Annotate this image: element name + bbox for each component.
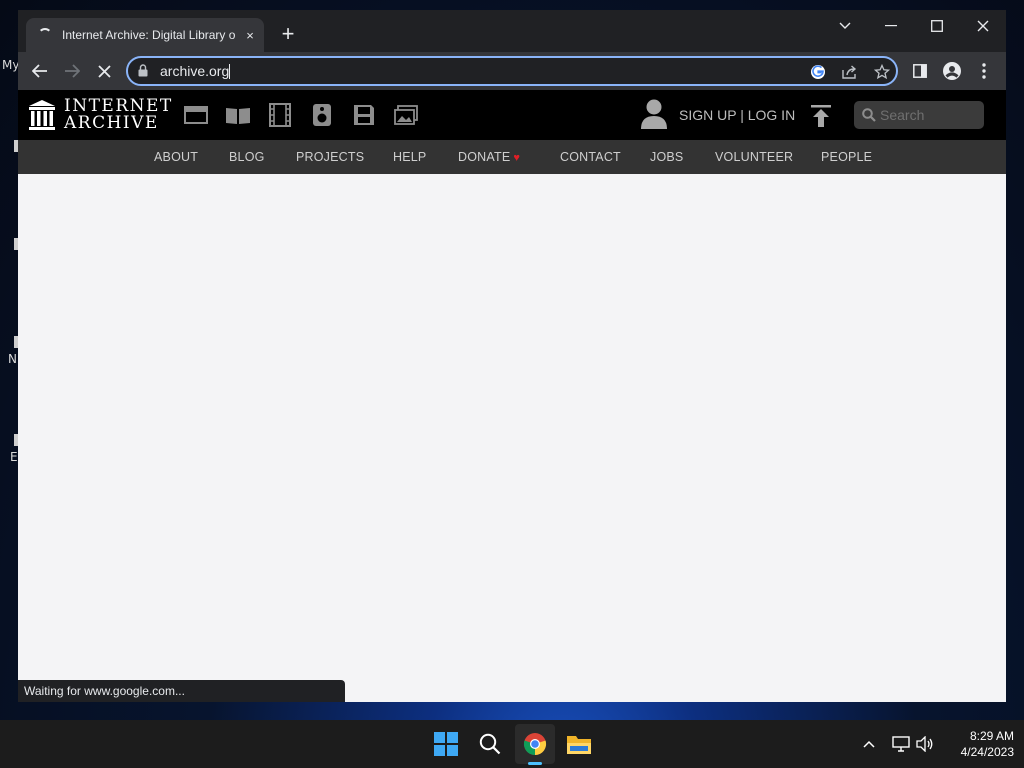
taskbar: 8:29 AM 4/24/2023: [0, 720, 1024, 768]
logo-line-2: ARCHIVE: [64, 113, 159, 133]
tab-close-icon[interactable]: ×: [240, 28, 260, 43]
status-bubble: Waiting for www.google.com...: [18, 680, 345, 702]
nav-blog[interactable]: BLOG: [229, 150, 265, 164]
signup-login-link[interactable]: SIGN UP | LOG IN: [679, 107, 795, 123]
tab-strip: Internet Archive: Digital Library o × +: [18, 10, 1006, 52]
page-viewport: INTERNET ARCHIVE SIGN UP | LOG IN Search…: [18, 90, 1006, 702]
web-icon[interactable]: [183, 103, 209, 127]
nav-volunteer[interactable]: VOLUNTEER: [715, 150, 793, 164]
maximize-icon: [931, 20, 943, 32]
ia-top-bar: INTERNET ARCHIVE SIGN UP | LOG IN Search: [18, 90, 1006, 140]
nav-donate-label: DONATE: [458, 150, 511, 164]
back-button[interactable]: [25, 56, 55, 86]
nav-projects[interactable]: PROJECTS: [296, 150, 364, 164]
back-icon: [32, 64, 47, 78]
clock-time: 8:29 AM: [969, 729, 1014, 743]
ia-nav-bar: ABOUT BLOG PROJECTS HELP DONATE ♥ CONTACT…: [18, 140, 1006, 174]
active-app-indicator: [528, 762, 542, 765]
browser-window: Internet Archive: Digital Library o × +: [18, 10, 1006, 702]
network-button[interactable]: [890, 734, 912, 754]
desktop-icon-label: My: [2, 58, 20, 72]
user-icon[interactable]: [640, 98, 668, 135]
profile-icon: [943, 62, 961, 80]
maximize-button[interactable]: [914, 10, 960, 42]
lock-icon[interactable]: [138, 64, 148, 77]
new-tab-button[interactable]: +: [276, 22, 300, 46]
share-icon: [842, 65, 857, 79]
search-icon: [862, 108, 876, 122]
side-panel-button[interactable]: [905, 56, 935, 86]
menu-icon: [982, 63, 986, 79]
ia-logo[interactable]: INTERNET ARCHIVE: [28, 98, 173, 132]
close-window-button[interactable]: [960, 10, 1006, 42]
nav-donate[interactable]: DONATE ♥: [458, 150, 520, 164]
forward-icon: [65, 64, 80, 78]
show-hidden-icons-button[interactable]: [858, 734, 880, 754]
nav-help[interactable]: HELP: [393, 150, 426, 164]
file-explorer-icon: [567, 736, 591, 754]
google-lens-icon: [811, 65, 825, 79]
stop-loading-button[interactable]: [89, 56, 119, 86]
upload-icon[interactable]: [810, 104, 832, 133]
browser-tab[interactable]: Internet Archive: Digital Library o ×: [26, 18, 264, 52]
taskbar-clock[interactable]: 8:29 AM 4/24/2023: [944, 728, 1014, 760]
chrome-icon: [523, 733, 547, 756]
texts-icon[interactable]: [225, 103, 251, 127]
browser-menu-button[interactable]: [969, 56, 999, 86]
desktop-icon-label: E: [10, 450, 18, 464]
browser-toolbar: archive.org: [18, 52, 1006, 90]
ia-search-box[interactable]: [854, 101, 984, 129]
minimize-icon: [885, 25, 897, 27]
url-text: archive.org: [160, 63, 230, 79]
archive-building-icon: [29, 100, 55, 130]
start-icon: [434, 732, 458, 756]
heart-icon: ♥: [513, 152, 521, 164]
tab-title: Internet Archive: Digital Library o: [62, 28, 236, 42]
software-icon[interactable]: [351, 103, 377, 127]
nav-jobs[interactable]: JOBS: [650, 150, 683, 164]
text-caret: [229, 64, 231, 79]
nav-contact[interactable]: CONTACT: [560, 150, 621, 164]
close-icon: [977, 20, 989, 32]
ia-search-input[interactable]: [880, 105, 980, 125]
bookmark-star-icon: [874, 64, 890, 80]
share-button[interactable]: [840, 62, 860, 82]
tab-search-button[interactable]: [822, 10, 868, 42]
stop-loading-icon: [97, 64, 111, 78]
address-bar[interactable]: archive.org: [126, 56, 898, 86]
forward-button[interactable]: [57, 56, 87, 86]
images-icon[interactable]: [393, 103, 419, 127]
search-icon: [479, 733, 501, 755]
video-icon[interactable]: [267, 103, 293, 127]
minimize-button[interactable]: [868, 10, 914, 42]
taskbar-file-explorer-button[interactable]: [559, 724, 599, 764]
volume-button[interactable]: [914, 734, 936, 754]
audio-icon[interactable]: [309, 103, 335, 127]
loading-spinner-icon: [38, 28, 52, 42]
profile-button[interactable]: [937, 56, 967, 86]
nav-about[interactable]: ABOUT: [154, 150, 198, 164]
volume-icon: [916, 736, 933, 752]
taskbar-chrome-button[interactable]: [515, 724, 555, 764]
taskbar-search-button[interactable]: [470, 724, 510, 764]
nav-people[interactable]: PEOPLE: [821, 150, 872, 164]
desktop-icon-label: N: [8, 352, 17, 366]
chevron-up-icon: [863, 740, 875, 748]
clock-date: 4/24/2023: [960, 745, 1014, 759]
network-icon: [892, 736, 910, 752]
side-panel-icon: [913, 64, 927, 78]
google-lens-button[interactable]: [808, 62, 828, 82]
chevron-down-icon: [839, 22, 851, 29]
start-button[interactable]: [426, 724, 466, 764]
bookmark-button[interactable]: [872, 62, 892, 82]
